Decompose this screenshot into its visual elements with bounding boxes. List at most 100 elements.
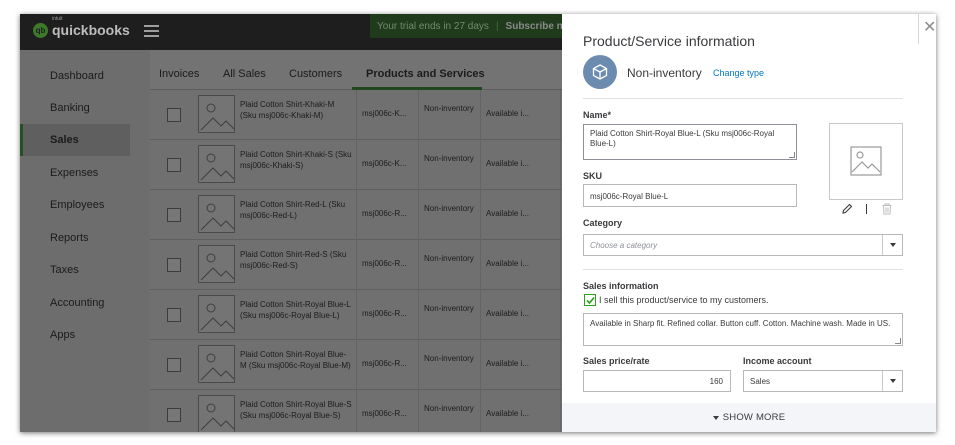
income-account-label: Income account [743, 356, 812, 366]
tab-invoices[interactable]: Invoices [159, 68, 199, 80]
sidebar-item-apps[interactable]: Apps [20, 319, 130, 351]
row-checkbox[interactable] [167, 358, 181, 372]
sidebar-item-sales[interactable]: Sales [20, 124, 130, 156]
dropdown-separator [882, 371, 883, 391]
column-divider [480, 340, 481, 390]
chevron-down-icon[interactable] [890, 243, 896, 247]
edit-image-icon[interactable] [841, 203, 853, 215]
trial-separator: | [495, 20, 499, 32]
column-divider [418, 290, 419, 340]
image-placeholder-icon [200, 403, 235, 431]
sell-checkbox-label[interactable]: I sell this product/service to my custom… [599, 295, 769, 305]
sales-price-value: 160 [709, 377, 723, 386]
column-divider [418, 340, 419, 390]
product-sku: msj006c-R... [362, 309, 407, 318]
resize-handle[interactable] [895, 338, 901, 344]
row-checkbox[interactable] [167, 308, 181, 322]
column-divider [356, 390, 357, 432]
sidebar-item-expenses[interactable]: Expenses [20, 157, 130, 189]
sidebar-item-accounting[interactable]: Accounting [20, 287, 130, 319]
app-window: qb intuit quickbooks Your trial ends in … [20, 14, 936, 432]
logo-small-text: intuit [52, 16, 63, 22]
row-checkbox[interactable] [167, 208, 181, 222]
column-divider [418, 90, 419, 140]
name-field[interactable]: Plaid Cotton Shirt-Royal Blue-L (Sku msj… [583, 124, 797, 160]
hamburger-menu-icon[interactable] [144, 25, 159, 37]
delete-image-icon[interactable] [881, 203, 893, 215]
row-checkbox[interactable] [167, 158, 181, 172]
image-placeholder-icon [200, 253, 235, 281]
non-inventory-type-icon [583, 55, 617, 89]
product-thumbnail [198, 95, 235, 133]
logo-text: intuit quickbooks [52, 16, 130, 38]
product-type: Non-inventory [424, 354, 474, 363]
column-divider [560, 290, 561, 340]
product-type: Non-inventory [424, 304, 474, 313]
sidebar-item-banking[interactable]: Banking [20, 92, 130, 124]
tab-customers[interactable]: Customers [289, 68, 342, 80]
close-icon[interactable]: ✕ [923, 20, 936, 36]
product-availability: Available i... [486, 109, 529, 118]
subscribe-link[interactable]: Subscribe now [506, 21, 570, 32]
sidebar-item-taxes[interactable]: Taxes [20, 254, 130, 286]
product-type: Non-inventory [424, 154, 474, 163]
row-checkbox[interactable] [167, 258, 181, 272]
product-thumbnail [198, 245, 235, 283]
category-label: Category [583, 218, 623, 228]
show-more-label: SHOW MORE [722, 412, 786, 423]
column-divider [560, 340, 561, 390]
chevron-down-icon [712, 415, 719, 420]
tab-products-and-services[interactable]: Products and Services [366, 68, 485, 80]
product-type: Non-inventory [424, 404, 474, 413]
sidebar-item-employees[interactable]: Employees [20, 189, 130, 221]
product-availability: Available i... [486, 309, 529, 318]
dropdown-separator [882, 235, 883, 255]
product-thumbnail [198, 295, 235, 333]
divider [583, 269, 903, 270]
column-divider [480, 190, 481, 240]
sku-field[interactable]: msj006c-Royal Blue-L [583, 184, 797, 207]
quickbooks-logo[interactable]: qb intuit quickbooks [33, 16, 130, 38]
product-type: Non-inventory [424, 254, 474, 263]
column-divider [480, 90, 481, 140]
product-availability: Available i... [486, 209, 529, 218]
column-divider [560, 190, 561, 240]
sales-price-input[interactable]: 160 [583, 370, 731, 392]
row-checkbox[interactable] [167, 108, 181, 122]
chevron-down-icon[interactable] [890, 379, 896, 383]
column-divider [356, 140, 357, 190]
product-thumbnail [198, 395, 235, 432]
image-placeholder-icon [200, 203, 235, 231]
sidebar-item-reports[interactable]: Reports [20, 222, 130, 254]
sell-checkbox[interactable] [584, 294, 596, 306]
sales-description-value: Available in Sharp fit. Refined collar. … [590, 319, 891, 328]
sidebar-item-dashboard[interactable]: Dashboard [20, 60, 130, 92]
item-type-label: Non-inventory [627, 66, 702, 80]
product-name: Plaid Cotton Shirt-Khaki-M (Sku msj006c-… [240, 100, 335, 120]
column-divider [356, 240, 357, 290]
name-label: Name* [583, 110, 612, 120]
row-checkbox[interactable] [167, 408, 181, 422]
column-divider [480, 140, 481, 190]
sku-value: msj006c-Royal Blue-L [590, 192, 669, 201]
show-more-button[interactable]: SHOW MORE [562, 403, 936, 432]
income-account-value: Sales [750, 377, 771, 386]
category-dropdown[interactable]: Choose a category [583, 234, 903, 256]
column-divider [480, 240, 481, 290]
column-divider [560, 140, 561, 190]
product-sku: msj006c-K... [362, 109, 407, 118]
image-placeholder-icon [200, 153, 235, 181]
resize-handle[interactable] [789, 152, 795, 158]
product-availability: Available i... [486, 159, 529, 168]
product-sku: msj006c-K... [362, 159, 407, 168]
product-name: Plaid Cotton Shirt-Royal Blue-S (Sku msj… [240, 400, 352, 420]
product-thumbnail [198, 195, 235, 233]
change-type-link[interactable]: Change type [713, 68, 764, 78]
tab-all-sales[interactable]: All Sales [223, 68, 266, 80]
income-account-dropdown[interactable]: Sales [743, 370, 903, 392]
product-image-placeholder[interactable] [829, 123, 903, 200]
product-thumbnail [198, 345, 235, 383]
checkmark-icon [586, 296, 595, 305]
sales-description-field[interactable]: Available in Sharp fit. Refined collar. … [583, 313, 903, 346]
product-name: Plaid Cotton Shirt-Khaki-S (Sku msj006c-… [240, 150, 352, 170]
